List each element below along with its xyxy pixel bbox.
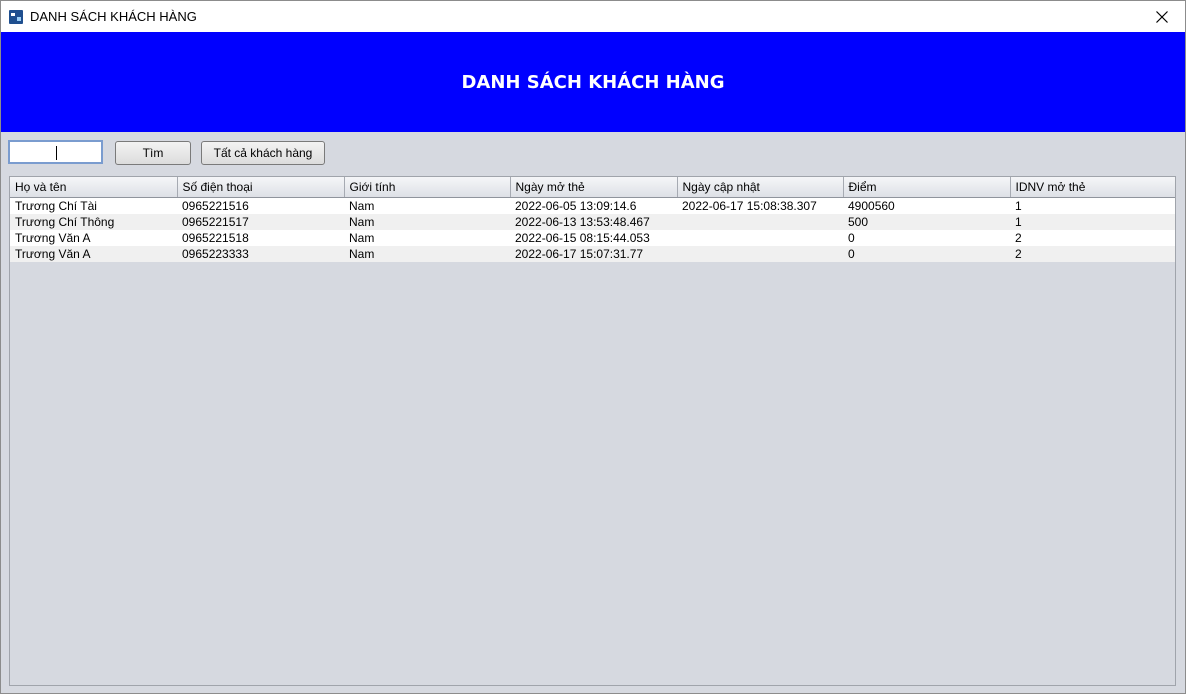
cell-points[interactable]: 4900560: [843, 197, 1010, 214]
cell-phone[interactable]: 0965221517: [177, 214, 344, 230]
table-header-row: Họ và tên Số điện thoại Giới tính Ngày m…: [10, 177, 1175, 198]
table-row[interactable]: Trương Chí Thông 0965221517 Nam 2022-06-…: [10, 214, 1175, 230]
cell-gender[interactable]: Nam: [344, 197, 510, 214]
table-row[interactable]: Trương Văn A 0965223333 Nam 2022-06-17 1…: [10, 246, 1175, 262]
cell-name[interactable]: Trương Văn A: [10, 230, 177, 246]
cell-open-date[interactable]: 2022-06-17 15:07:31.77: [510, 246, 677, 262]
column-header-phone[interactable]: Số điện thoại: [177, 177, 345, 198]
cell-employee-id[interactable]: 1: [1010, 197, 1175, 214]
cell-points[interactable]: 500: [843, 214, 1010, 230]
cell-gender[interactable]: Nam: [344, 214, 510, 230]
cell-phone[interactable]: 0965221518: [177, 230, 344, 246]
cell-phone[interactable]: 0965223333: [177, 246, 344, 262]
cell-open-date[interactable]: 2022-06-15 08:15:44.053: [510, 230, 677, 246]
show-all-customers-button[interactable]: Tất cả khách hàng: [201, 141, 325, 165]
cell-update-date[interactable]: [677, 230, 843, 246]
cell-phone[interactable]: 0965221516: [177, 197, 344, 214]
cell-update-date[interactable]: [677, 214, 843, 230]
cell-employee-id[interactable]: 2: [1010, 246, 1175, 262]
cell-points[interactable]: 0: [843, 246, 1010, 262]
cell-update-date[interactable]: 2022-06-17 15:08:38.307: [677, 197, 843, 214]
table-row[interactable]: Trương Văn A 0965221518 Nam 2022-06-15 0…: [10, 230, 1175, 246]
cell-update-date[interactable]: [677, 246, 843, 262]
column-header-open-date[interactable]: Ngày mở thẻ: [510, 177, 678, 198]
cell-employee-id[interactable]: 1: [1010, 214, 1175, 230]
cell-open-date[interactable]: 2022-06-13 13:53:48.467: [510, 214, 677, 230]
banner-title: DANH SÁCH KHÁCH HÀNG: [461, 72, 725, 93]
header-banner: DANH SÁCH KHÁCH HÀNG: [1, 32, 1185, 132]
column-header-points[interactable]: Điểm: [843, 177, 1011, 198]
close-button[interactable]: [1139, 1, 1185, 32]
table-row[interactable]: Trương Chí Tài 0965221516 Nam 2022-06-05…: [10, 197, 1175, 214]
close-icon: [1156, 11, 1168, 23]
column-header-employee-id[interactable]: IDNV mở thẻ: [1010, 177, 1175, 198]
column-header-update-date[interactable]: Ngày cập nhật: [677, 177, 844, 198]
app-icon: [9, 10, 23, 24]
cell-points[interactable]: 0: [843, 230, 1010, 246]
customer-list-window: DANH SÁCH KHÁCH HÀNG DANH SÁCH KHÁCH HÀN…: [0, 0, 1186, 694]
cell-gender[interactable]: Nam: [344, 230, 510, 246]
cell-name[interactable]: Trương Văn A: [10, 246, 177, 262]
title-bar[interactable]: DANH SÁCH KHÁCH HÀNG: [1, 1, 1185, 32]
cell-gender[interactable]: Nam: [344, 246, 510, 262]
column-header-gender[interactable]: Giới tính: [344, 177, 511, 198]
cell-name[interactable]: Trương Chí Tài: [10, 197, 177, 214]
cell-name[interactable]: Trương Chí Thông: [10, 214, 177, 230]
column-header-name[interactable]: Họ và tên: [10, 177, 178, 198]
customer-table[interactable]: Họ và tên Số điện thoại Giới tính Ngày m…: [10, 177, 1175, 262]
cell-employee-id[interactable]: 2: [1010, 230, 1175, 246]
find-button[interactable]: Tìm: [115, 141, 191, 165]
text-caret: [56, 146, 57, 160]
customer-table-scrollpane[interactable]: Họ và tên Số điện thoại Giới tính Ngày m…: [9, 176, 1176, 686]
cell-open-date[interactable]: 2022-06-05 13:09:14.6: [510, 197, 677, 214]
window-title: DANH SÁCH KHÁCH HÀNG: [30, 9, 197, 24]
